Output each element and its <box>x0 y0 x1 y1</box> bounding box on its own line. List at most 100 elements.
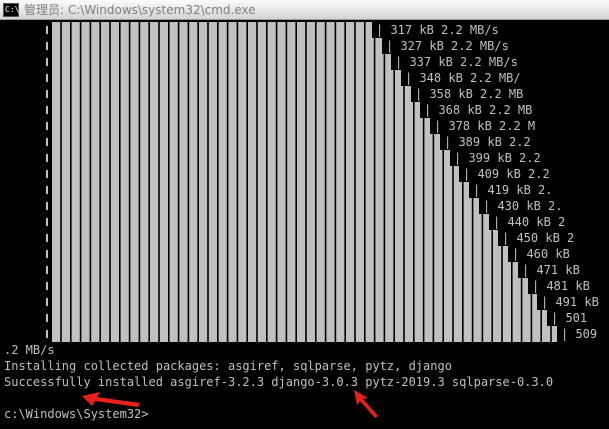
progress-block <box>404 198 413 214</box>
progress-block <box>91 38 100 54</box>
progress-block <box>297 326 306 342</box>
speed-label: | 327 kB 2.2 MB/s <box>386 39 509 53</box>
progress-block <box>101 102 110 118</box>
progress-block <box>453 294 462 310</box>
progress-block <box>91 54 100 70</box>
progress-block <box>365 134 374 150</box>
progress-block <box>414 278 423 294</box>
progress-block <box>208 102 217 118</box>
progress-block <box>316 86 325 102</box>
speed-label: | 419 kB 2. <box>473 183 553 197</box>
progress-block <box>355 310 364 326</box>
progress-block <box>110 166 119 182</box>
progress-block <box>522 294 531 310</box>
command-prompt[interactable]: c:\Windows\System32> <box>4 406 149 422</box>
progress-block <box>159 294 168 310</box>
progress-block <box>61 198 70 214</box>
progress-block <box>434 134 440 150</box>
progress-block <box>316 54 325 70</box>
progress-block <box>228 310 237 326</box>
progress-block <box>336 214 345 230</box>
progress-block <box>346 166 355 182</box>
progress-block <box>395 198 404 214</box>
progress-block <box>130 262 139 278</box>
progress-block <box>218 134 227 150</box>
progress-block <box>346 38 355 54</box>
progress-block <box>375 246 384 262</box>
progress-block <box>434 278 443 294</box>
progress-block <box>336 102 345 118</box>
progress-block <box>52 86 61 102</box>
progress-block <box>71 262 80 278</box>
progress-block <box>395 70 401 86</box>
progress-block <box>208 54 217 70</box>
progress-block <box>81 22 90 38</box>
progress-block <box>110 294 119 310</box>
progress-block <box>52 246 61 262</box>
progress-block <box>257 134 266 150</box>
progress-block <box>267 134 276 150</box>
progress-block <box>228 102 237 118</box>
progress-block <box>228 70 237 86</box>
progress-block <box>189 262 198 278</box>
progress-block <box>346 182 355 198</box>
progress-row <box>46 70 401 86</box>
progress-block <box>208 294 217 310</box>
progress-block <box>52 294 61 310</box>
progress-block <box>404 134 413 150</box>
progress-block <box>228 22 237 38</box>
progress-block <box>130 182 139 198</box>
progress-block <box>140 262 149 278</box>
progress-block <box>238 102 247 118</box>
progress-block <box>336 166 345 182</box>
progress-block <box>336 134 345 150</box>
progress-block <box>61 38 70 54</box>
progress-block <box>208 262 217 278</box>
progress-block <box>404 86 411 102</box>
progress-block <box>52 118 61 134</box>
progress-block <box>150 38 159 54</box>
progress-block <box>52 70 61 86</box>
progress-block <box>71 278 80 294</box>
progress-block <box>101 326 110 342</box>
progress-block <box>81 54 90 70</box>
progress-left-tick <box>46 298 48 306</box>
progress-block <box>434 182 443 198</box>
progress-block <box>81 294 90 310</box>
progress-block <box>52 230 61 246</box>
progress-block <box>306 102 315 118</box>
progress-block <box>453 310 462 326</box>
progress-block <box>61 294 70 310</box>
progress-block <box>424 230 433 246</box>
progress-block <box>267 294 276 310</box>
progress-block <box>326 102 335 118</box>
progress-block <box>61 310 70 326</box>
progress-block <box>365 326 374 342</box>
progress-block <box>228 294 237 310</box>
progress-block <box>336 118 345 134</box>
progress-block <box>267 70 276 86</box>
progress-block <box>463 262 472 278</box>
progress-block <box>208 198 217 214</box>
progress-block <box>297 102 306 118</box>
progress-block <box>101 22 110 38</box>
progress-block <box>110 38 119 54</box>
progress-block <box>140 326 149 342</box>
progress-block <box>130 214 139 230</box>
progress-block <box>385 150 394 166</box>
console-output[interactable]: | 317 kB 2.2 MB/s | 327 kB 2.2 MB/s | 337 … <box>0 20 609 429</box>
progress-row <box>46 54 391 70</box>
progress-block <box>169 230 178 246</box>
progress-block <box>71 22 80 38</box>
progress-block <box>297 278 306 294</box>
progress-block <box>297 246 306 262</box>
progress-block <box>483 262 492 278</box>
speed-label: | 317 kB 2.2 MB/s <box>376 23 499 37</box>
progress-block <box>434 230 443 246</box>
progress-block <box>257 278 266 294</box>
progress-block <box>277 86 286 102</box>
progress-block <box>277 54 286 70</box>
title-bar[interactable]: C:\ 管理员: C:\Windows\system32\cmd.exe <box>0 0 609 20</box>
progress-block <box>483 230 492 246</box>
progress-block <box>179 118 188 134</box>
